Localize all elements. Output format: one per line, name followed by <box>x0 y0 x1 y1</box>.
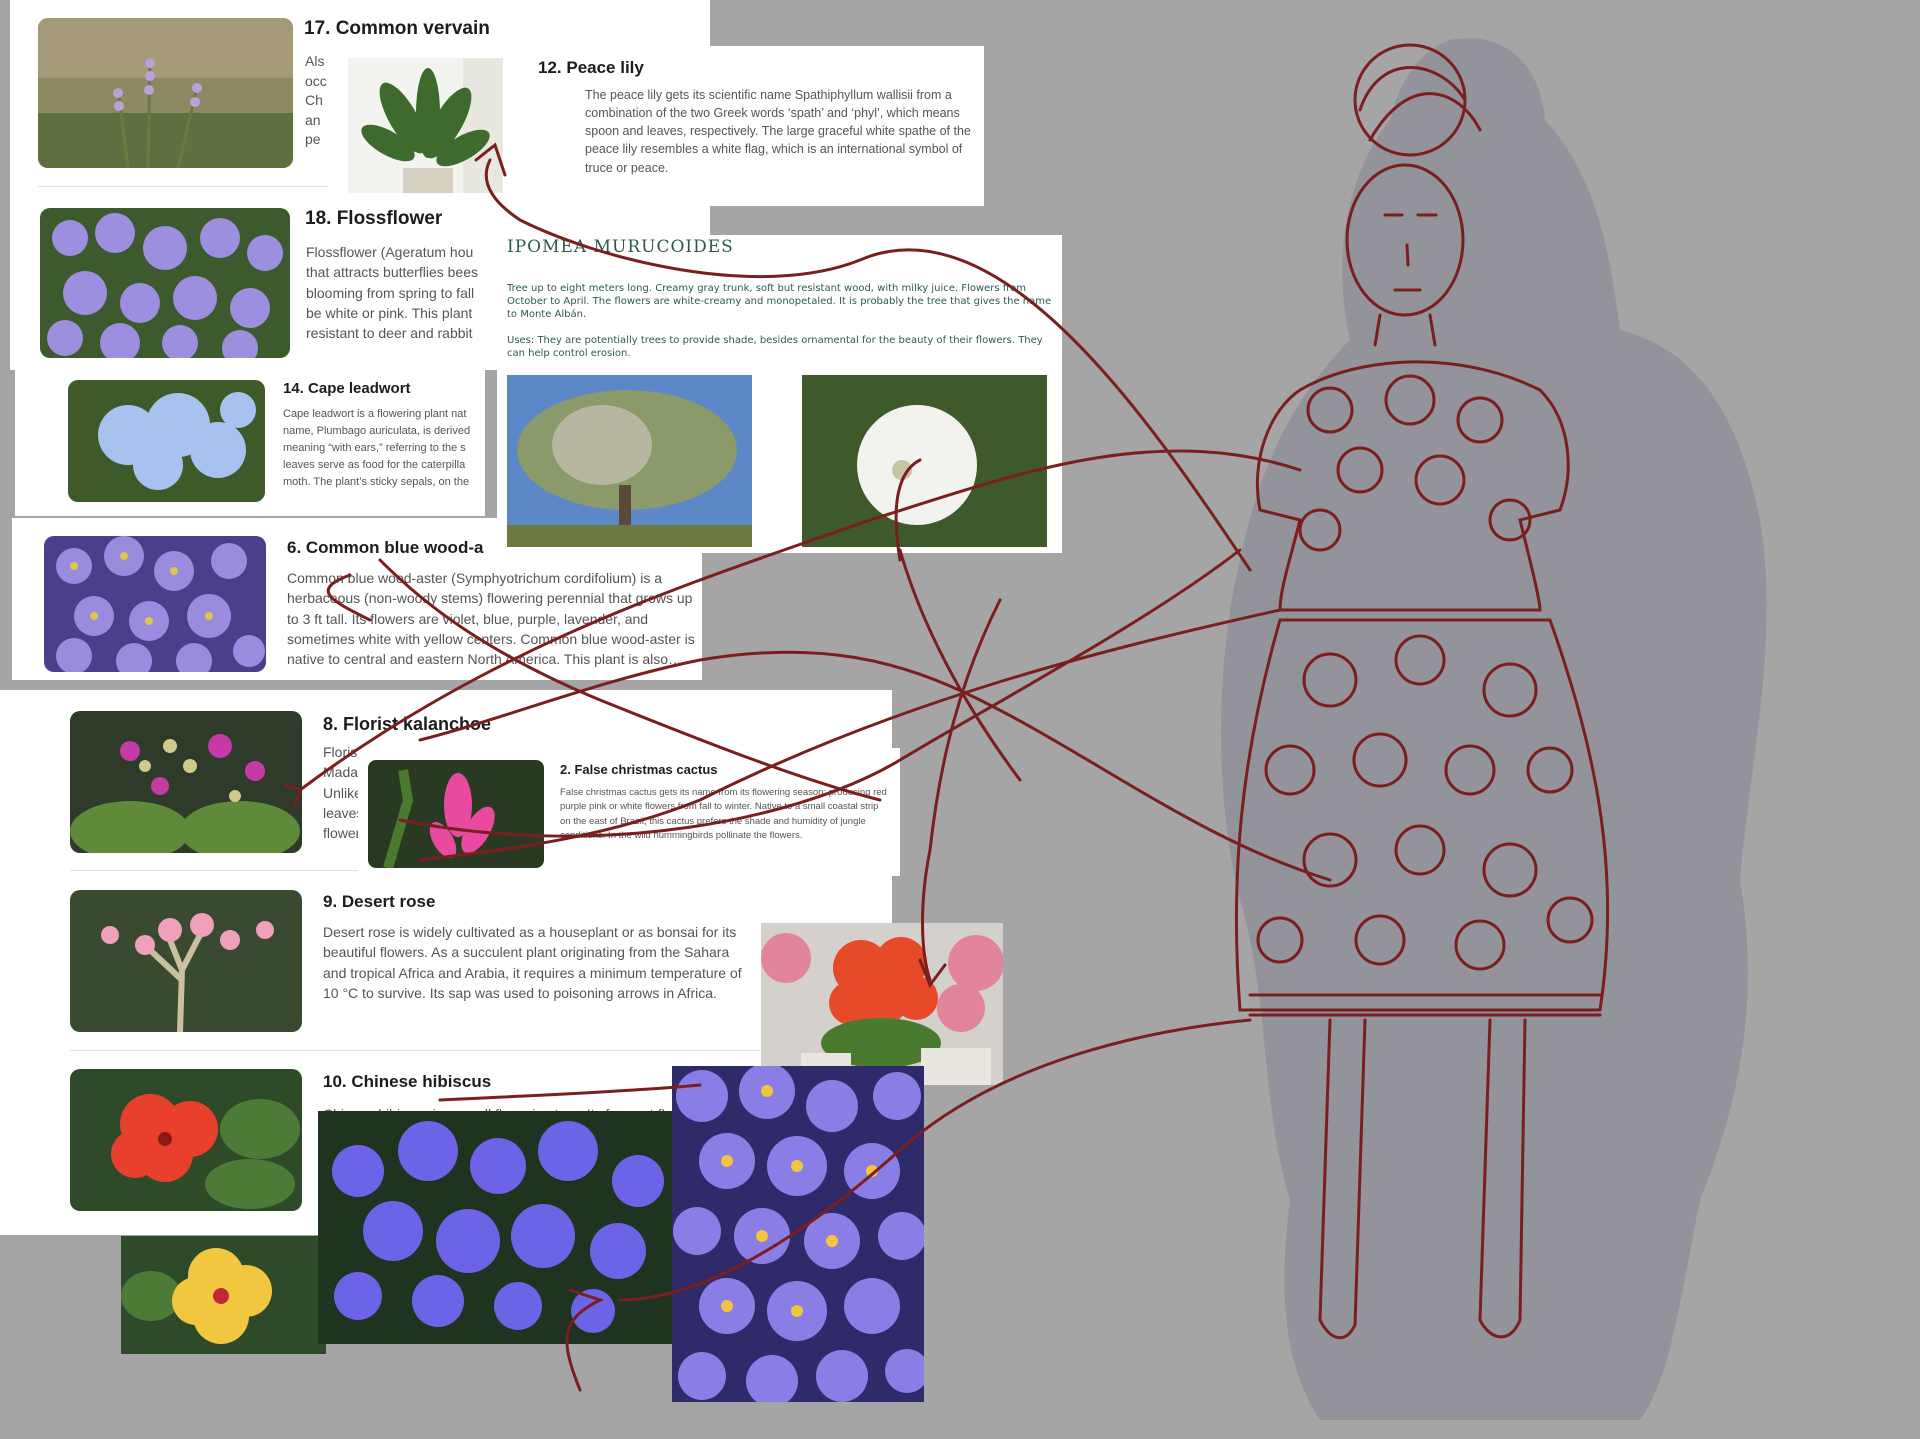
annotation-arrows <box>283 142 1332 1392</box>
